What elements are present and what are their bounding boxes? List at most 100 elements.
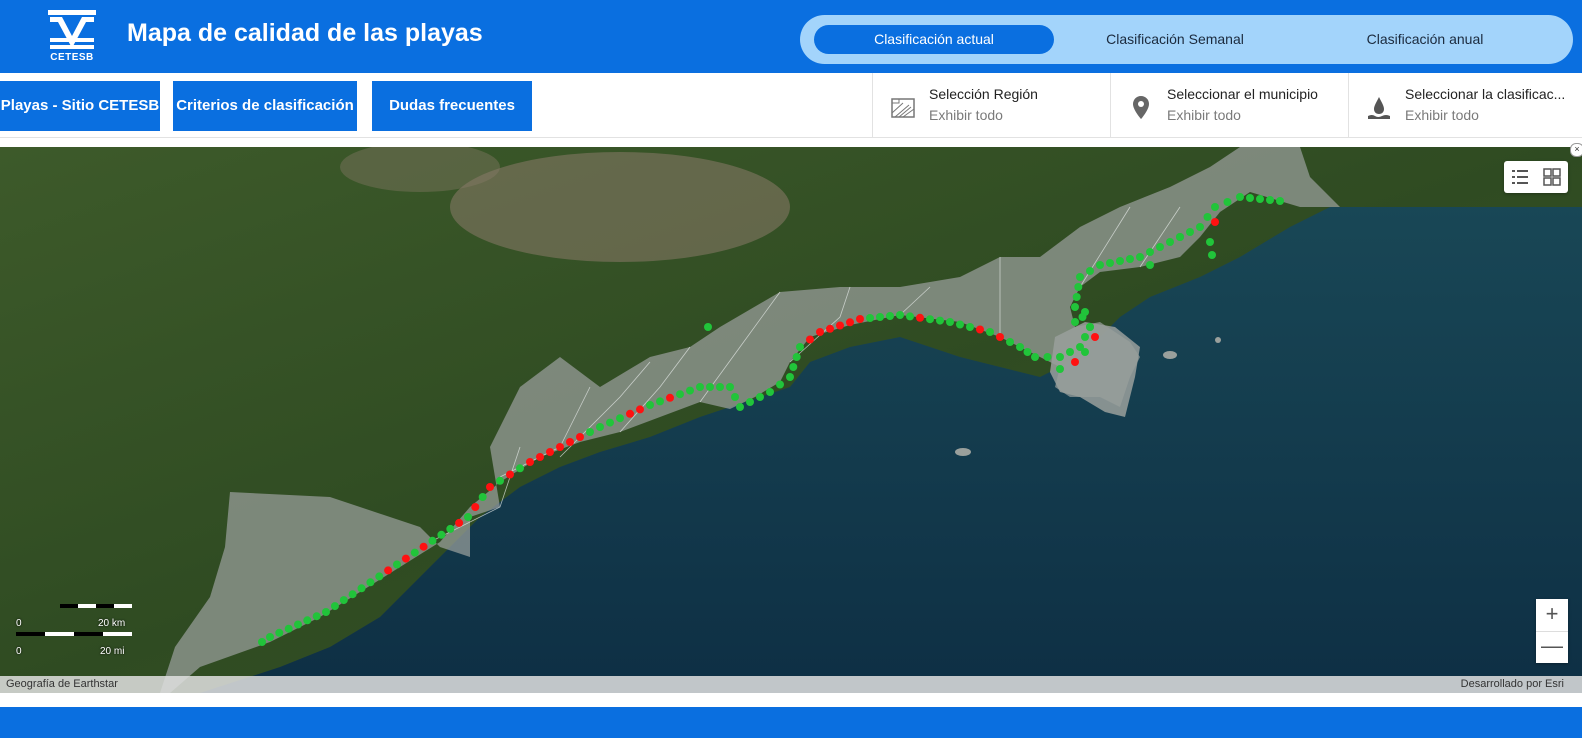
criterios-button[interactable]: Criterios de clasificación (173, 81, 357, 131)
beach-point[interactable] (616, 414, 624, 423)
beach-point[interactable] (366, 578, 375, 587)
beach-point[interactable] (258, 638, 266, 646)
region-filter[interactable]: Selección Región Exhibir todo (872, 73, 1111, 137)
beach-point[interactable] (1156, 243, 1164, 251)
beach-point[interactable] (856, 315, 864, 323)
tab-clasificacion-semanal[interactable]: Clasificación Semanal (1100, 25, 1250, 54)
beach-point[interactable] (1006, 338, 1014, 346)
beach-point[interactable] (1223, 198, 1232, 206)
beach-point[interactable] (1236, 193, 1244, 201)
beach-point[interactable] (322, 608, 330, 616)
basemap-gallery-icon[interactable] (1536, 161, 1568, 193)
beach-point[interactable] (586, 428, 594, 436)
zoom-in-button[interactable]: + (1536, 599, 1568, 632)
beach-point[interactable] (1211, 203, 1219, 211)
beach-point[interactable] (1081, 348, 1089, 356)
beach-point[interactable] (756, 393, 764, 401)
beach-point[interactable] (1196, 223, 1204, 231)
municipio-filter[interactable]: Seleccionar el municipio Exhibir todo (1110, 73, 1349, 137)
beach-point[interactable] (1071, 358, 1079, 366)
beach-point[interactable] (816, 328, 824, 336)
beach-point[interactable] (976, 325, 984, 334)
beach-point[interactable] (726, 383, 734, 391)
beach-point[interactable] (766, 388, 774, 396)
beach-point[interactable] (437, 530, 446, 539)
beach-point[interactable] (384, 566, 393, 575)
beach-point[interactable] (1266, 196, 1274, 204)
beach-point[interactable] (1086, 323, 1094, 331)
beach-point[interactable] (455, 518, 464, 527)
beach-point[interactable] (876, 313, 884, 321)
beach-point[interactable] (1116, 257, 1124, 265)
beach-point[interactable] (1072, 293, 1081, 301)
beach-point[interactable] (656, 397, 664, 406)
beach-point[interactable] (496, 476, 504, 485)
beach-point[interactable] (419, 542, 428, 551)
beach-point[interactable] (1136, 253, 1144, 261)
beach-point[interactable] (936, 316, 944, 325)
beach-point[interactable] (956, 320, 964, 329)
beach-point[interactable] (736, 403, 744, 411)
beach-point[interactable] (1096, 261, 1104, 269)
beach-point[interactable] (1211, 218, 1219, 226)
beach-point[interactable] (1043, 353, 1052, 361)
beach-point[interactable] (1206, 238, 1214, 246)
beach-point[interactable] (776, 380, 784, 389)
beach-point[interactable] (716, 383, 724, 391)
beach-point[interactable] (1146, 248, 1154, 256)
beach-point[interactable] (536, 453, 544, 461)
beach-point[interactable] (846, 318, 854, 327)
beach-point[interactable] (926, 315, 934, 324)
beach-point[interactable] (866, 314, 874, 322)
beach-point[interactable] (1256, 195, 1264, 203)
beach-point[interactable] (606, 418, 614, 427)
beach-point[interactable] (906, 312, 914, 321)
beach-point[interactable] (1031, 353, 1039, 361)
beach-point[interactable] (312, 612, 321, 621)
beach-point[interactable] (1016, 343, 1024, 351)
clasificacion-filter[interactable]: Seleccionar la clasificac... Exhibir tod… (1348, 73, 1582, 137)
beach-point[interactable] (916, 313, 924, 322)
zoom-out-button[interactable]: — (1536, 631, 1568, 663)
beach-point[interactable] (1086, 267, 1094, 275)
beach-point[interactable] (1023, 348, 1032, 356)
beach-point[interactable] (886, 312, 894, 320)
beach-point[interactable] (706, 383, 714, 391)
beach-point[interactable] (646, 401, 654, 409)
beach-point[interactable] (1203, 213, 1212, 221)
beach-point[interactable] (330, 602, 339, 611)
beach-point[interactable] (1091, 333, 1099, 341)
beach-point[interactable] (375, 572, 384, 581)
playas-sitio-button[interactable]: Playas - Sitio CETESB (0, 81, 160, 131)
beach-point[interactable] (666, 393, 674, 402)
beach-point[interactable] (1208, 251, 1216, 259)
dudas-button[interactable]: Dudas frecuentes (372, 81, 532, 131)
beach-point[interactable] (626, 409, 634, 418)
beach-point[interactable] (348, 590, 357, 599)
beach-point[interactable] (506, 470, 514, 479)
beach-point[interactable] (464, 513, 472, 521)
beach-point[interactable] (836, 321, 844, 330)
tab-clasificacion-actual[interactable]: Clasificación actual (814, 25, 1054, 54)
beach-point[interactable] (516, 464, 524, 473)
beach-point[interactable] (471, 503, 480, 511)
beach-point[interactable] (1071, 318, 1079, 326)
beach-point[interactable] (478, 493, 487, 501)
beach-point[interactable] (428, 536, 437, 545)
beach-point[interactable] (1106, 259, 1114, 267)
map-view[interactable]: 0 20 km 0 20 mi + — Geografía de Earthst… (0, 147, 1582, 693)
beach-point[interactable] (526, 458, 534, 466)
beach-point[interactable] (556, 443, 564, 451)
beach-point[interactable] (796, 343, 804, 351)
beach-point[interactable] (1276, 197, 1284, 205)
beach-point[interactable] (896, 311, 904, 319)
attribution-right[interactable]: Desarrollado por Esri (1461, 678, 1564, 690)
beach-point[interactable] (1066, 348, 1074, 356)
beach-point[interactable] (1056, 353, 1064, 361)
beach-point[interactable] (266, 633, 274, 641)
beach-point[interactable] (696, 383, 704, 391)
beach-point[interactable] (284, 624, 293, 633)
beach-point[interactable] (401, 554, 410, 563)
beach-point[interactable] (294, 620, 302, 629)
beach-point[interactable] (596, 423, 604, 431)
